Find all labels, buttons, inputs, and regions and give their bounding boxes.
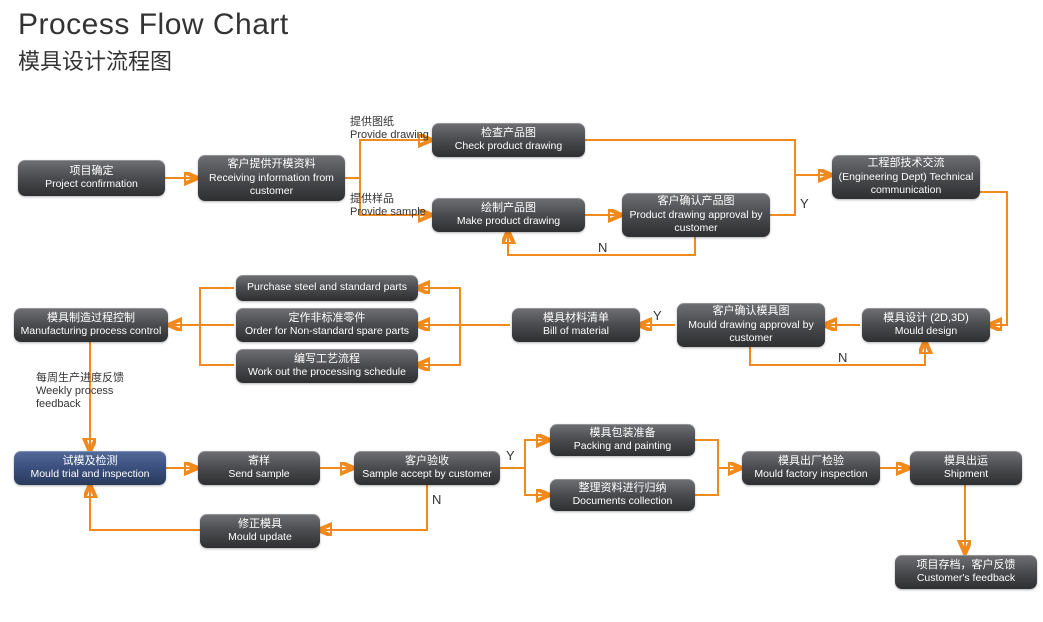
- label-y-3: Y: [506, 448, 515, 463]
- label-n-1: N: [598, 240, 607, 255]
- node-customer-feedback: 项目存档，客户反馈 Customer's feedback: [895, 555, 1037, 589]
- node-mfg-control: 模具制造过程控制 Manufacturing process control: [14, 308, 168, 342]
- node-sample-accept: 客户验收 Sample accept by customer: [354, 451, 500, 485]
- node-bom: 模具材料清单 Bill of material: [512, 308, 640, 342]
- text-cn: 项目确定: [70, 165, 114, 179]
- text-en: Send sample: [228, 468, 289, 481]
- text-cn: 编写工艺流程: [294, 353, 360, 367]
- annot-en: Weekly process feedback: [36, 385, 156, 411]
- node-make-drawing: 绘制产品图 Make product drawing: [432, 198, 585, 232]
- text-en: Product drawing approval by customer: [628, 209, 764, 235]
- title-cn: 模具设计流程图: [18, 44, 172, 76]
- annot-provide-sample: 提供样品 Provide sample: [350, 193, 426, 219]
- node-receiving-info: 客户提供开模资料 Receiving information from cust…: [198, 155, 345, 201]
- text-cn: 客户验收: [405, 455, 449, 469]
- annot-en: Provide drawing: [350, 129, 429, 142]
- node-drawing-approval: 客户确认产品图 Product drawing approval by cust…: [622, 193, 770, 237]
- text-en: Manufacturing process control: [21, 325, 162, 338]
- title-en: Process Flow Chart: [18, 8, 289, 42]
- node-factory-inspection: 模具出厂检验 Mould factory inspection: [742, 451, 880, 485]
- node-mould-drawing-approval: 客户确认模具图 Mould drawing approval by custom…: [677, 303, 825, 347]
- text-cn: 检查产品图: [481, 127, 536, 141]
- annot-cn: 提供图纸: [350, 116, 429, 129]
- text-cn: 试模及检测: [63, 455, 118, 469]
- text-cn: 客户确认模具图: [713, 305, 790, 319]
- text-en: Mould factory inspection: [754, 468, 867, 481]
- node-order-nonstd: 定作非标准零件 Order for Non-standard spare par…: [236, 308, 418, 342]
- text-cn: 项目存档，客户反馈: [917, 559, 1016, 573]
- label-n-2: N: [838, 350, 847, 365]
- annot-en: Provide sample: [350, 206, 426, 219]
- text-en: Mould design: [895, 325, 957, 338]
- text-en: Sample accept by customer: [362, 468, 492, 481]
- text-en: Purchase steel and standard parts: [247, 281, 407, 294]
- label-y-2: Y: [653, 308, 662, 323]
- node-send-sample: 寄样 Send sample: [198, 451, 320, 485]
- node-documents: 整理资料进行归纳 Documents collection: [550, 479, 695, 511]
- node-shipment: 模具出运 Shipment: [910, 451, 1022, 485]
- text-en: (Engineering Dept) Technical communicati…: [838, 171, 974, 197]
- text-cn: 寄样: [248, 455, 270, 469]
- text-cn: 模具材料清单: [543, 312, 609, 326]
- text-cn: 工程部技术交流: [868, 157, 945, 171]
- annot-cn: 提供样品: [350, 193, 426, 206]
- text-en: Order for Non-standard spare parts: [245, 325, 409, 338]
- text-cn: 模具出运: [944, 455, 988, 469]
- label-n-3: N: [432, 492, 441, 507]
- label-y-1: Y: [800, 196, 809, 211]
- node-trial-inspection: 试模及检测 Mould trial and inspection: [14, 451, 166, 485]
- node-mould-update: 修正模具 Mould update: [200, 514, 320, 548]
- text-en: Bill of material: [543, 325, 609, 338]
- text-cn: 定作非标准零件: [289, 312, 366, 326]
- text-en: Documents collection: [573, 495, 673, 508]
- annot-provide-drawing: 提供图纸 Provide drawing: [350, 116, 429, 142]
- node-check-drawing: 检查产品图 Check product drawing: [432, 123, 585, 157]
- text-en: Make product drawing: [457, 215, 560, 228]
- text-en: Mould update: [228, 531, 292, 544]
- flowchart-canvas: Process Flow Chart 模具设计流程图: [0, 0, 1043, 622]
- node-tech-comm: 工程部技术交流 (Engineering Dept) Technical com…: [832, 155, 980, 199]
- text-en: Packing and painting: [574, 440, 672, 453]
- text-en: Work out the processing schedule: [248, 366, 406, 379]
- text-cn: 客户确认产品图: [658, 195, 735, 209]
- node-mould-design: 模具设计 (2D,3D) Mould design: [862, 308, 990, 342]
- text-en: Customer's feedback: [917, 572, 1015, 585]
- text-en: Mould drawing approval by customer: [683, 319, 819, 345]
- annot-cn: 每周生产进度反馈: [36, 372, 156, 385]
- text-en: Shipment: [944, 468, 988, 481]
- node-packing: 模具包装准备 Packing and painting: [550, 424, 695, 456]
- text-cn: 整理资料进行归纳: [579, 482, 667, 496]
- text-cn: 模具设计 (2D,3D): [883, 312, 969, 326]
- annot-weekly-feedback: 每周生产进度反馈 Weekly process feedback: [36, 372, 156, 412]
- text-cn: 绘制产品图: [481, 202, 536, 216]
- text-en: Project confirmation: [45, 178, 138, 191]
- text-cn: 修正模具: [238, 518, 282, 532]
- text-cn: 客户提供开模资料: [228, 158, 316, 172]
- node-project-confirmation: 项目确定 Project confirmation: [18, 160, 165, 196]
- text-cn: 模具包装准备: [590, 427, 656, 441]
- node-purchase-steel: Purchase steel and standard parts: [236, 275, 418, 301]
- text-en: Mould trial and inspection: [30, 468, 149, 481]
- text-cn: 模具制造过程控制: [47, 312, 135, 326]
- text-cn: 模具出厂检验: [778, 455, 844, 469]
- text-en: Check product drawing: [455, 140, 562, 153]
- node-work-out-schedule: 编写工艺流程 Work out the processing schedule: [236, 349, 418, 383]
- text-en: Receiving information from customer: [204, 172, 339, 198]
